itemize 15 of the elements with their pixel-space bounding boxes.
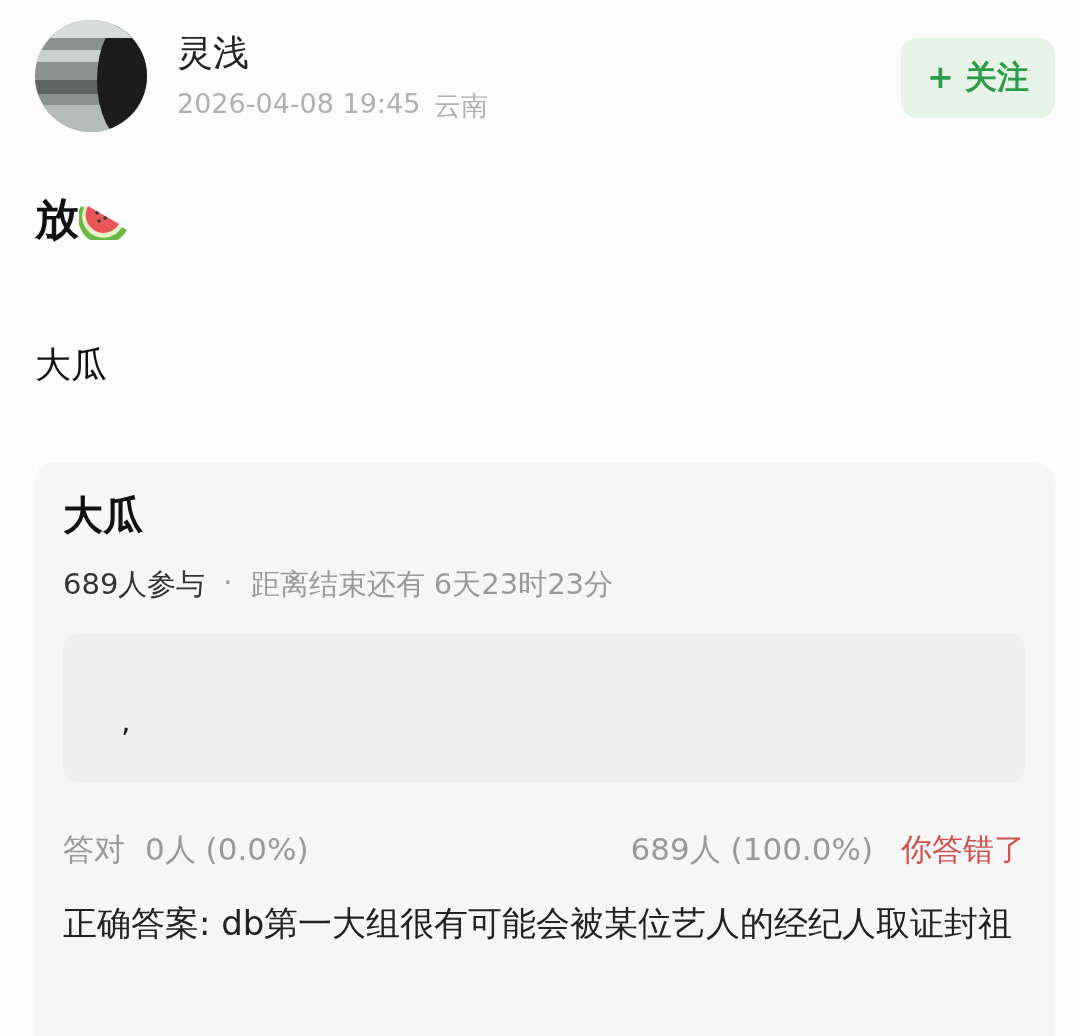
post-location: 云南: [434, 88, 489, 123]
wrong-count: 689人 (100.0%): [630, 830, 873, 869]
correct-label: 答对: [63, 830, 125, 869]
time-remaining: 距离结束还有 6天23时23分: [250, 566, 614, 603]
separator-dot: ·: [223, 565, 233, 601]
post-text: 放: [35, 192, 79, 246]
correct-answer: 正确答案: db第一大组很有可能会被某位艺人的经纪人取证封祖: [63, 902, 1014, 945]
post-time: 2026-04-08 19:45: [177, 87, 421, 121]
quiz-option[interactable]: ,: [63, 633, 1025, 783]
verdict-text: 你答错了: [901, 830, 1025, 869]
participant-count: 689人参与: [63, 566, 206, 603]
post-text: 大瓜: [35, 343, 107, 387]
author-name[interactable]: 灵浅: [177, 28, 872, 78]
quiz-title: 大瓜: [63, 491, 144, 540]
correct-count: 0人 (0.0%): [145, 830, 309, 869]
